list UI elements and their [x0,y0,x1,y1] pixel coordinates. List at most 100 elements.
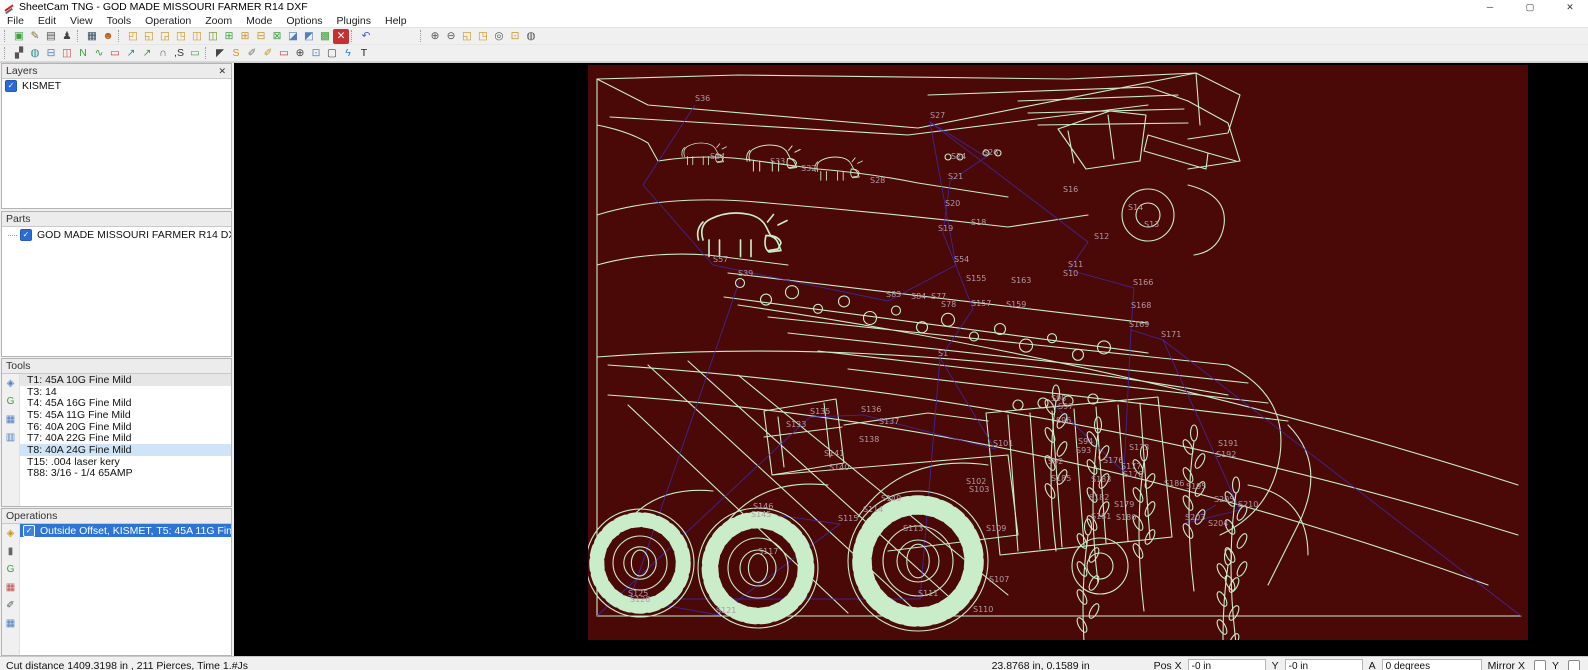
start-point-icon[interactable]: ▭ [107,46,123,61]
move-start-point-icon[interactable]: ↗ [123,46,139,61]
edit-points-icon[interactable]: ✐ [260,46,276,61]
menu-file[interactable]: File [0,15,31,27]
tool-item[interactable]: T7: 40A 22G Fine Mild [20,432,231,444]
menu-mode[interactable]: Mode [239,15,279,27]
select-start-icon[interactable]: S [228,46,244,61]
mirror-x-checkbox[interactable] [1533,660,1546,670]
operation-checkbox[interactable]: ✓ [23,524,35,537]
print-icon[interactable]: ▤ [43,29,59,44]
set-origin-icon[interactable]: ⊕ [292,46,308,61]
export-drawing-icon[interactable]: ◳ [173,29,189,44]
show-screen-icon[interactable]: ⊟ [43,46,59,61]
drawing-viewport[interactable]: S36 S27 S34 S33 S32 S28 S24 S26 S21 S20 S19 S18 S16 S… [234,63,1588,656]
angle-input[interactable] [1381,659,1482,670]
import-drawing-icon[interactable]: ◰ [125,29,141,44]
undo-icon[interactable]: ↶ [358,29,374,44]
delete-part-icon[interactable]: ✕ [333,28,349,44]
copy-part-icon[interactable]: ◫ [189,29,205,44]
tool-item[interactable]: T3: 14 [20,386,231,398]
snap-icon[interactable]: ▞ [11,46,27,61]
show-layers-icon[interactable]: ◍ [27,46,43,61]
zoom-drawing-icon[interactable]: ◍ [523,29,539,44]
menu-plugins[interactable]: Plugins [330,15,378,27]
job-options-icon[interactable]: ✎ [27,29,43,44]
edit-path-icon[interactable]: ✐ [3,599,18,613]
zoom-all-parts-icon[interactable]: ◳ [475,29,491,44]
tool-item[interactable]: T1: 45A 10G Fine Mild [20,374,231,386]
menu-zoom[interactable]: Zoom [198,15,239,27]
nest-parts-icon[interactable]: ◩ [301,29,317,44]
save-drawing-icon[interactable]: ◲ [157,29,173,44]
operation-table-icon[interactable]: ▦ [3,617,18,631]
tool-item[interactable]: T88: 3/16 - 1/4 65AMP [20,467,231,479]
maximize-button[interactable]: ▢ [1512,0,1548,14]
contour-tool-icon[interactable]: ▭ [187,46,203,61]
material-plate[interactable]: S36 S27 S34 S33 S32 S28 S24 S26 S21 S20 S19 S18 S16 S… [588,65,1528,640]
select-mode-icon[interactable]: ◤ [212,46,228,61]
array-part-icon[interactable]: ⊞ [237,29,253,44]
tool-item[interactable]: T15: .004 laser kery [20,456,231,468]
tool-item[interactable]: T5: 45A 11G Fine Mild [20,409,231,421]
close-button[interactable]: ✕ [1552,0,1588,14]
part-item[interactable]: ✓ GOD MADE MISSOURI FARMER R14 DXF [2,227,231,243]
quick-measure-icon[interactable]: ϟ [340,46,356,61]
rotate-part-icon[interactable]: ⊟ [253,29,269,44]
zoom-part-icon[interactable]: ◱ [459,29,475,44]
duplicate-part-icon[interactable]: ◫ [205,29,221,44]
operation-gcode-icon[interactable]: G [3,563,18,577]
menu-view[interactable]: View [63,15,100,27]
zoom-in-icon[interactable]: ⊕ [427,29,443,44]
tool-item[interactable]: T4: 45A 16G Fine Mild [20,397,231,409]
insert-operation-icon[interactable]: ▮ [3,545,18,559]
new-job-icon[interactable]: ▣ [11,29,27,44]
lead-in-icon[interactable]: ,S [171,46,187,61]
polyline-mode-icon[interactable]: N [75,46,91,61]
rubber-band-icon[interactable]: ▢ [324,46,340,61]
pos-y-input[interactable] [1284,659,1363,670]
refresh-parts-icon[interactable]: ▩ [317,29,333,44]
menu-tools[interactable]: Tools [100,15,139,27]
layer-checkbox[interactable]: ✓ [5,80,17,92]
zoom-material-icon[interactable]: ⊡ [507,29,523,44]
edit-contour-icon[interactable]: ✐ [244,46,260,61]
titlebar: SheetCam TNG - GOD MADE MISSOURI FARMER … [0,0,1588,14]
menu-edit[interactable]: Edit [31,15,63,27]
machine-options-icon[interactable]: ♟ [59,29,75,44]
zoom-window-icon[interactable]: ◎ [491,29,507,44]
move-part-icon[interactable]: ◪ [285,29,301,44]
add-part-icon[interactable]: ⊞ [221,29,237,44]
bridge-tool-icon[interactable]: ∩ [155,46,171,61]
tool-item[interactable]: T6: 40A 20G Fine Mild [20,421,231,433]
pos-x-input[interactable] [1187,659,1266,670]
menu-help[interactable]: Help [378,15,414,27]
tool-table-edit-icon[interactable]: ▥ [3,431,18,445]
contour-label: S117 [758,547,778,556]
cut-direction-icon[interactable]: ↗ [139,46,155,61]
operation-item[interactable]: ✓ Outside Offset, KISMET, T5: 45A 11G Fi… [20,524,231,537]
layers-close-icon[interactable]: ✕ [217,66,227,77]
add-text-icon[interactable]: T [356,46,372,61]
tool-item[interactable]: T8: 40A 24G Fine Mild [20,444,231,456]
layer-item[interactable]: ✓ KISMET [2,79,231,93]
menu-operation[interactable]: Operation [138,15,198,27]
tool-table-icon[interactable]: ▦ [3,413,18,427]
view-sheet-icon[interactable]: ⊡ [308,46,324,61]
minimize-button[interactable]: ─ [1472,0,1508,14]
zoom-out-icon[interactable]: ⊖ [443,29,459,44]
mirror-part-icon[interactable]: ⊠ [269,29,285,44]
part-checkbox[interactable]: ✓ [20,229,32,241]
new-tool-icon[interactable]: ◈ [3,377,18,391]
edit-part-icon[interactable]: ▭ [276,46,292,61]
tool-gcode-icon[interactable]: G [3,395,18,409]
spline-mode-icon[interactable]: ∿ [91,46,107,61]
delete-operation-icon[interactable]: ▦ [3,581,18,595]
menu-options[interactable]: Options [279,15,329,27]
contour-label: S171 [1161,330,1181,339]
calculator-icon[interactable]: ▦ [84,29,100,44]
operator-icon[interactable]: ☻ [100,29,116,44]
contour-label: S27 [930,111,945,120]
copy-outline-icon[interactable]: ◫ [59,46,75,61]
reload-drawing-icon[interactable]: ◱ [141,29,157,44]
mirror-y-checkbox[interactable] [1568,660,1580,670]
run-post-icon[interactable]: ◈ [3,527,18,541]
